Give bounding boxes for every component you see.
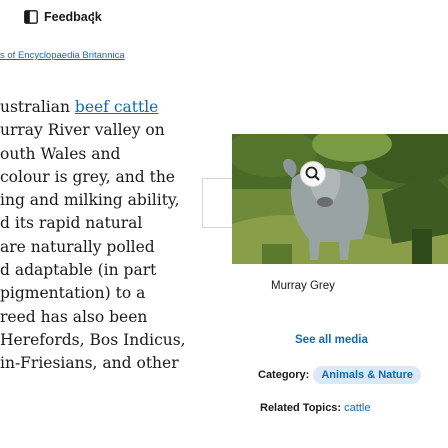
article-line: urray River valley on [0,119,210,142]
article-line: in-Friesians, and other [0,352,210,375]
zoom-button[interactable] [300,161,326,187]
media-panel-edge [202,178,233,228]
article-line-text: ustralian [0,98,75,116]
article-line-text: d adaptable (in part [0,261,157,280]
citation-link[interactable]: s of Encyclopaedia Britannica [0,50,125,61]
article-line: reed has also been [0,306,210,329]
see-all-media-link[interactable]: See all media [295,334,368,346]
article-text: ustralian beef cattle urray River valley … [0,96,210,376]
media-caption: Murray Grey [271,280,335,292]
cattle-photo[interactable] [232,134,448,264]
article-line: ing and milking ability, [0,189,210,212]
article-line: Herefords, Bos Indicus, [0,329,210,352]
article-line-text: pigmentation) to a [0,284,146,303]
article-line: d its rapid natural [0,212,210,235]
article-line-text: reed has also been [0,307,148,326]
related-topics-row: Related Topics: cattle [260,402,370,414]
article-line-text: colour is grey, and the [0,167,175,186]
more-options-button[interactable] [88,8,98,28]
article-line: are naturally polled [0,236,210,259]
article-line: ustralian beef cattle [0,96,210,119]
category-label: Category: [258,369,310,381]
article-line-text: ing and milking ability, [0,191,180,210]
article-line-text: outh Wales and [0,144,121,163]
article-line: d adaptable (in part [0,259,210,282]
feedback-icon [24,10,38,24]
top-toolbar: Feedback [0,0,448,40]
magnifier-icon [305,166,320,181]
article-line-text: urray River valley on [0,121,165,140]
photo-illustration [232,134,448,264]
article-line-text: are naturally polled [0,237,155,256]
category-row: Category: Animals & Nature [258,366,422,384]
vertical-ellipsis-icon [91,12,95,24]
article-inline-link[interactable]: beef cattle [75,98,158,116]
article-line: outh Wales and [0,143,210,166]
category-chip[interactable]: Animals & Nature [313,366,422,384]
article-line-text: Herefords, Bos Indicus, [0,330,186,349]
article-line: colour is grey, and the [0,166,210,189]
related-topics-label: Related Topics: [260,402,342,414]
related-topic-link[interactable]: cattle [344,402,370,414]
article-line: pigmentation) to a [0,282,210,305]
article-line-text: in-Friesians, and other [0,354,179,373]
article-line-text: d its rapid natural [0,214,143,233]
